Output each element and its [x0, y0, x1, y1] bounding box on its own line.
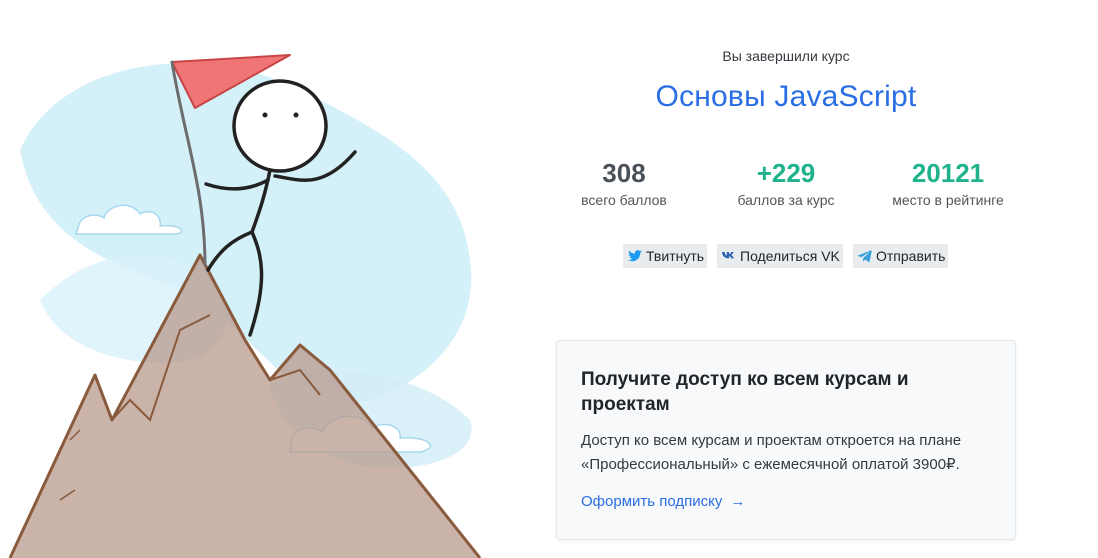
telegram-label: Отправить: [876, 248, 946, 264]
tweet-button[interactable]: Твитнуть: [623, 244, 707, 268]
twitter-icon: [628, 250, 642, 262]
promo-text: Доступ ко всем курсам и проектам откроет…: [581, 432, 962, 473]
stat-total-points: 308 всего баллов: [554, 156, 694, 208]
mountain-climber-drawing: [8, 54, 482, 558]
vk-icon: [722, 252, 734, 259]
subscription-promo-card: Получите доступ ко всем курсам и проекта…: [556, 340, 1016, 540]
promo-title: Получите доступ ко всем курсам и проекта…: [581, 369, 909, 415]
stat-course-points: +229 баллов за курс: [716, 156, 856, 208]
stat-value: +229: [756, 158, 816, 188]
course-complete-illustration: [0, 0, 520, 558]
course-title: Основы JavaScript: [655, 80, 917, 113]
subscribe-link-label: Оформить подписку: [581, 493, 723, 510]
tweet-label: Твитнуть: [646, 248, 705, 264]
share-vk-button[interactable]: Поделиться VK: [717, 244, 843, 268]
stat-rating-place: 20121 место в рейтинге: [878, 156, 1018, 208]
telegram-icon: [857, 250, 872, 263]
stats-row: 308 всего баллов +229 баллов за курс 201…: [556, 156, 1016, 216]
stat-value: 20121: [911, 158, 985, 188]
telegram-send-button[interactable]: Отправить: [853, 244, 948, 268]
completed-label: Вы завершили курс: [722, 48, 850, 64]
subscribe-link[interactable]: Оформить подписку →: [581, 493, 745, 510]
stat-value: 308: [602, 158, 646, 188]
stat-caption: место в рейтинге: [892, 192, 1004, 208]
vk-label: Поделиться VK: [740, 248, 840, 264]
stat-caption: баллов за курс: [737, 192, 835, 208]
stat-caption: всего баллов: [581, 192, 667, 208]
arrow-right-icon: →: [730, 493, 746, 510]
